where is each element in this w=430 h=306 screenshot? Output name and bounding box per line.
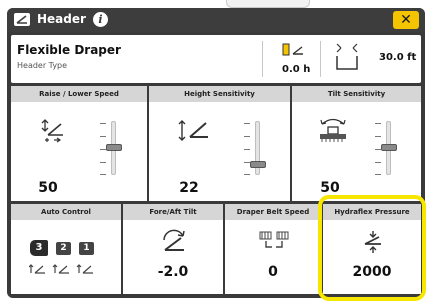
auto-control-button-3[interactable]: 3 <box>30 240 48 256</box>
slider-thumb[interactable] <box>381 144 397 151</box>
divider <box>320 41 321 77</box>
auto-control-button-2[interactable]: 2 <box>56 242 71 255</box>
auto-control-tile: Auto Control 3 2 1 <box>11 204 121 294</box>
draper-belt-speed-tile[interactable]: Draper Belt Speed 0 <box>225 204 321 294</box>
raise-lower-value: 50 <box>38 180 58 196</box>
auto-control-button-1[interactable]: 1 <box>79 242 94 255</box>
header-name: Flexible Draper <box>17 43 121 57</box>
header-type-label: Header Type <box>17 61 68 70</box>
height-sensitivity-icon <box>177 118 211 148</box>
close-button[interactable]: ✕ <box>393 11 419 29</box>
tilt-sensitivity-value: 50 <box>320 180 340 196</box>
close-icon: ✕ <box>400 12 412 28</box>
header-width-value: 30.0 ft <box>379 52 417 63</box>
header-height-value: 0.0 h <box>282 64 311 75</box>
tile-label: Draper Belt Speed <box>225 204 321 220</box>
tilt-sensitivity-slider[interactable] <box>375 119 401 177</box>
draper-belt-icon <box>258 230 290 256</box>
slider-thumb[interactable] <box>106 144 122 151</box>
fore-aft-tilt-icon <box>159 228 189 260</box>
slider-thumb[interactable] <box>250 161 266 168</box>
raise-lower-speed-tile[interactable]: Raise / Lower Speed 50 <box>11 86 147 201</box>
header-icon <box>14 13 30 26</box>
fore-aft-tilt-value: -2.0 <box>157 264 189 280</box>
raise-lower-icon <box>39 117 67 149</box>
header-width-icon <box>334 40 360 78</box>
tile-label: Tilt Sensitivity <box>292 86 421 102</box>
tile-label: Raise / Lower Speed <box>11 86 147 102</box>
draper-belt-speed-value: 0 <box>268 264 278 280</box>
tile-label: Auto Control <box>11 204 121 220</box>
info-icon[interactable]: i <box>93 12 108 27</box>
tile-label: Height Sensitivity <box>149 86 290 102</box>
raise-lower-slider[interactable] <box>100 119 126 177</box>
title-bar: Header i ✕ <box>7 8 425 32</box>
window-title: Header <box>37 12 86 26</box>
height-sensitivity-slider[interactable] <box>244 119 270 177</box>
tile-label: Fore/Aft Tilt <box>123 204 223 220</box>
tilt-sensitivity-icon <box>316 115 350 149</box>
divider <box>262 41 263 77</box>
header-height-icon <box>282 42 306 61</box>
height-sensitivity-value: 22 <box>179 180 199 196</box>
header-type-row[interactable]: Flexible Draper Header Type 0.0 h 30.0 f… <box>11 35 421 83</box>
top-tab-fragment <box>226 0 310 8</box>
selection-highlight <box>318 195 426 301</box>
tilt-sensitivity-tile[interactable]: Tilt Sensitivity 50 <box>292 86 421 201</box>
height-sensitivity-tile[interactable]: Height Sensitivity 22 <box>149 86 290 201</box>
auto-height-icon <box>28 260 101 279</box>
fore-aft-tilt-tile[interactable]: Fore/Aft Tilt -2.0 <box>123 204 223 294</box>
